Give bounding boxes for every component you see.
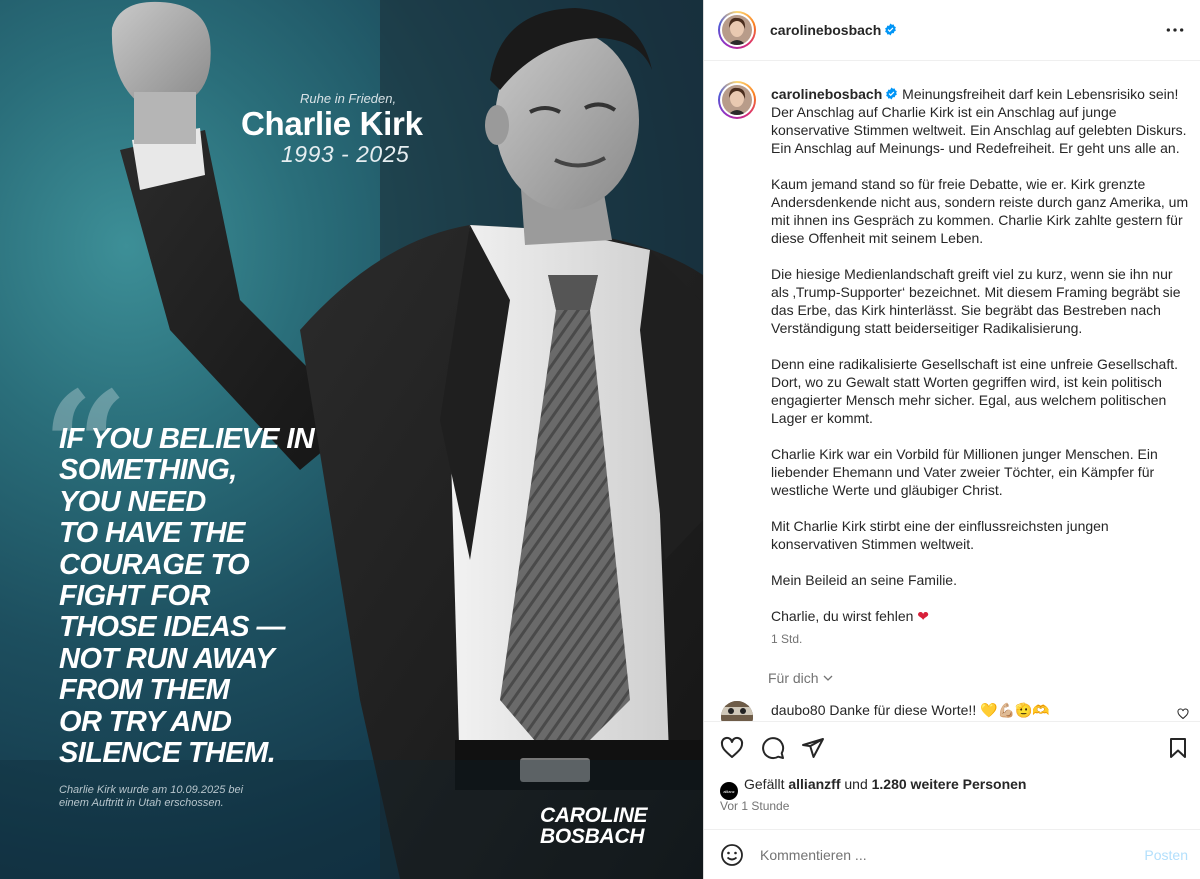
caption-paragraph: Mein Beileid an seine Familie. bbox=[771, 572, 957, 588]
caption-paragraph: Charlie Kirk war ein Vorbild für Million… bbox=[771, 446, 1158, 498]
avatar-image bbox=[720, 83, 754, 117]
post-image[interactable]: Ruhe in Frieden, Charlie Kirk 1993 - 202… bbox=[0, 0, 703, 879]
caption-username[interactable]: carolinebosbach bbox=[771, 86, 882, 102]
caption-paragraph: Mit Charlie Kirk stirbt eine der einflus… bbox=[771, 518, 1109, 552]
verified-badge-icon bbox=[886, 87, 898, 100]
caption-paragraph: Charlie, du wirst fehlen ❤ bbox=[771, 607, 1189, 625]
post-side-panel: carolinebosbach carolinebosbach Meinungs… bbox=[703, 0, 1200, 879]
quote-line: THOSE IDEAS — bbox=[59, 611, 285, 644]
save-bookmark-icon[interactable] bbox=[1166, 736, 1190, 760]
comment-username[interactable]: daubo80 bbox=[771, 702, 826, 718]
image-name-heading: Charlie Kirk bbox=[241, 105, 423, 142]
quote-line: SOMETHING, bbox=[59, 454, 237, 487]
likes-count-link[interactable]: 1.280 weitere Personen bbox=[872, 776, 1027, 792]
caption-paragraph: Kaum jemand stand so für freie Debatte, … bbox=[771, 176, 1189, 246]
red-heart-icon: ❤ bbox=[917, 608, 930, 624]
profile-avatar[interactable] bbox=[718, 11, 756, 49]
quote-line: IF YOU BELIEVE IN bbox=[59, 423, 315, 455]
action-bar bbox=[704, 721, 1200, 773]
caption-text: carolinebosbach Meinungsfreiheit darf ke… bbox=[771, 85, 1189, 643]
comment-input[interactable] bbox=[760, 840, 1120, 870]
caption-avatar[interactable] bbox=[718, 81, 756, 119]
caption-paragraph: Die hiesige Medienlandschaft greift viel… bbox=[771, 266, 1181, 336]
post-header: carolinebosbach bbox=[704, 0, 1200, 61]
chevron-down-icon bbox=[823, 675, 833, 681]
liker-avatar-text: allianz bbox=[723, 789, 735, 794]
more-horizontal-icon[interactable] bbox=[1165, 22, 1185, 38]
for-you-dropdown[interactable]: Für dich bbox=[768, 670, 833, 686]
comment-avatar[interactable] bbox=[721, 701, 753, 721]
like-heart-icon[interactable] bbox=[720, 736, 744, 760]
quote-line: TO HAVE THE bbox=[59, 517, 245, 550]
comment-item: daubo80 Danke für diese Worte!! 💛💪🏼🫡🫶 bbox=[704, 697, 1200, 721]
avatar-image bbox=[720, 13, 754, 47]
quote-line: NOT RUN AWAY bbox=[59, 642, 275, 675]
image-brand-logo: CAROLINE BOSBACH bbox=[540, 804, 648, 848]
image-caption: Charlie Kirk wurde am 10.09.2025 bei ein… bbox=[59, 784, 289, 810]
add-comment-bar: Posten bbox=[704, 829, 1200, 879]
likes-prefix: Gefällt bbox=[744, 776, 785, 792]
post-comment-button[interactable]: Posten bbox=[1144, 847, 1188, 863]
caption-paragraph: carolinebosbach Meinungsfreiheit darf ke… bbox=[771, 86, 1187, 156]
emoji-smiley-icon[interactable] bbox=[720, 843, 744, 867]
comment-like-heart-icon[interactable] bbox=[1177, 708, 1189, 720]
share-send-icon[interactable] bbox=[801, 736, 825, 760]
likes-middle: und bbox=[844, 776, 868, 792]
quote-line: SILENCE THEM. bbox=[59, 737, 276, 770]
liker-avatar[interactable]: allianz bbox=[720, 782, 738, 800]
liker-username[interactable]: allianzff bbox=[788, 776, 840, 792]
quote-line: YOU NEED bbox=[59, 485, 206, 518]
image-years: 1993 - 2025 bbox=[281, 141, 410, 167]
verified-badge-icon bbox=[885, 23, 897, 36]
quote-line: OR TRY AND bbox=[59, 705, 232, 738]
quote-line: FIGHT FOR bbox=[59, 580, 210, 613]
quote-line: FROM THEM bbox=[59, 674, 230, 707]
post-timestamp[interactable]: Vor 1 Stunde bbox=[720, 799, 789, 813]
caption-paragraph-text: Charlie, du wirst fehlen bbox=[771, 608, 914, 624]
image-quote: IF YOU BELIEVE IN SOMETHING, YOU NEED TO… bbox=[59, 423, 379, 770]
image-subtitle: Ruhe in Frieden, bbox=[300, 91, 397, 106]
caption-timestamp[interactable]: 1 Std. bbox=[771, 632, 802, 646]
comment-bubble-icon[interactable] bbox=[761, 736, 785, 760]
brand-line: BOSBACH bbox=[540, 825, 645, 848]
for-you-label: Für dich bbox=[768, 670, 819, 686]
comment-body: Danke für diese Worte!! 💛💪🏼🫡🫶 bbox=[829, 702, 1050, 718]
comment-text: daubo80 Danke für diese Worte!! 💛💪🏼🫡🫶 bbox=[771, 702, 1050, 719]
caption-paragraph: Denn eine radikalisierte Gesellschaft is… bbox=[771, 356, 1178, 426]
image-caption-line: einem Auftritt in Utah erschossen. bbox=[59, 797, 224, 809]
header-username-text: carolinebosbach bbox=[770, 22, 882, 38]
image-caption-line: Charlie Kirk wurde am 10.09.2025 bei bbox=[59, 784, 244, 796]
quote-line: COURAGE TO bbox=[59, 548, 250, 581]
brand-line: CAROLINE bbox=[540, 804, 648, 827]
caption-section: carolinebosbach Meinungsfreiheit darf ke… bbox=[704, 61, 1200, 720]
header-username[interactable]: carolinebosbach bbox=[770, 22, 897, 38]
likes-summary: allianz Gefällt allianzff und 1.280 weite… bbox=[720, 776, 1027, 800]
